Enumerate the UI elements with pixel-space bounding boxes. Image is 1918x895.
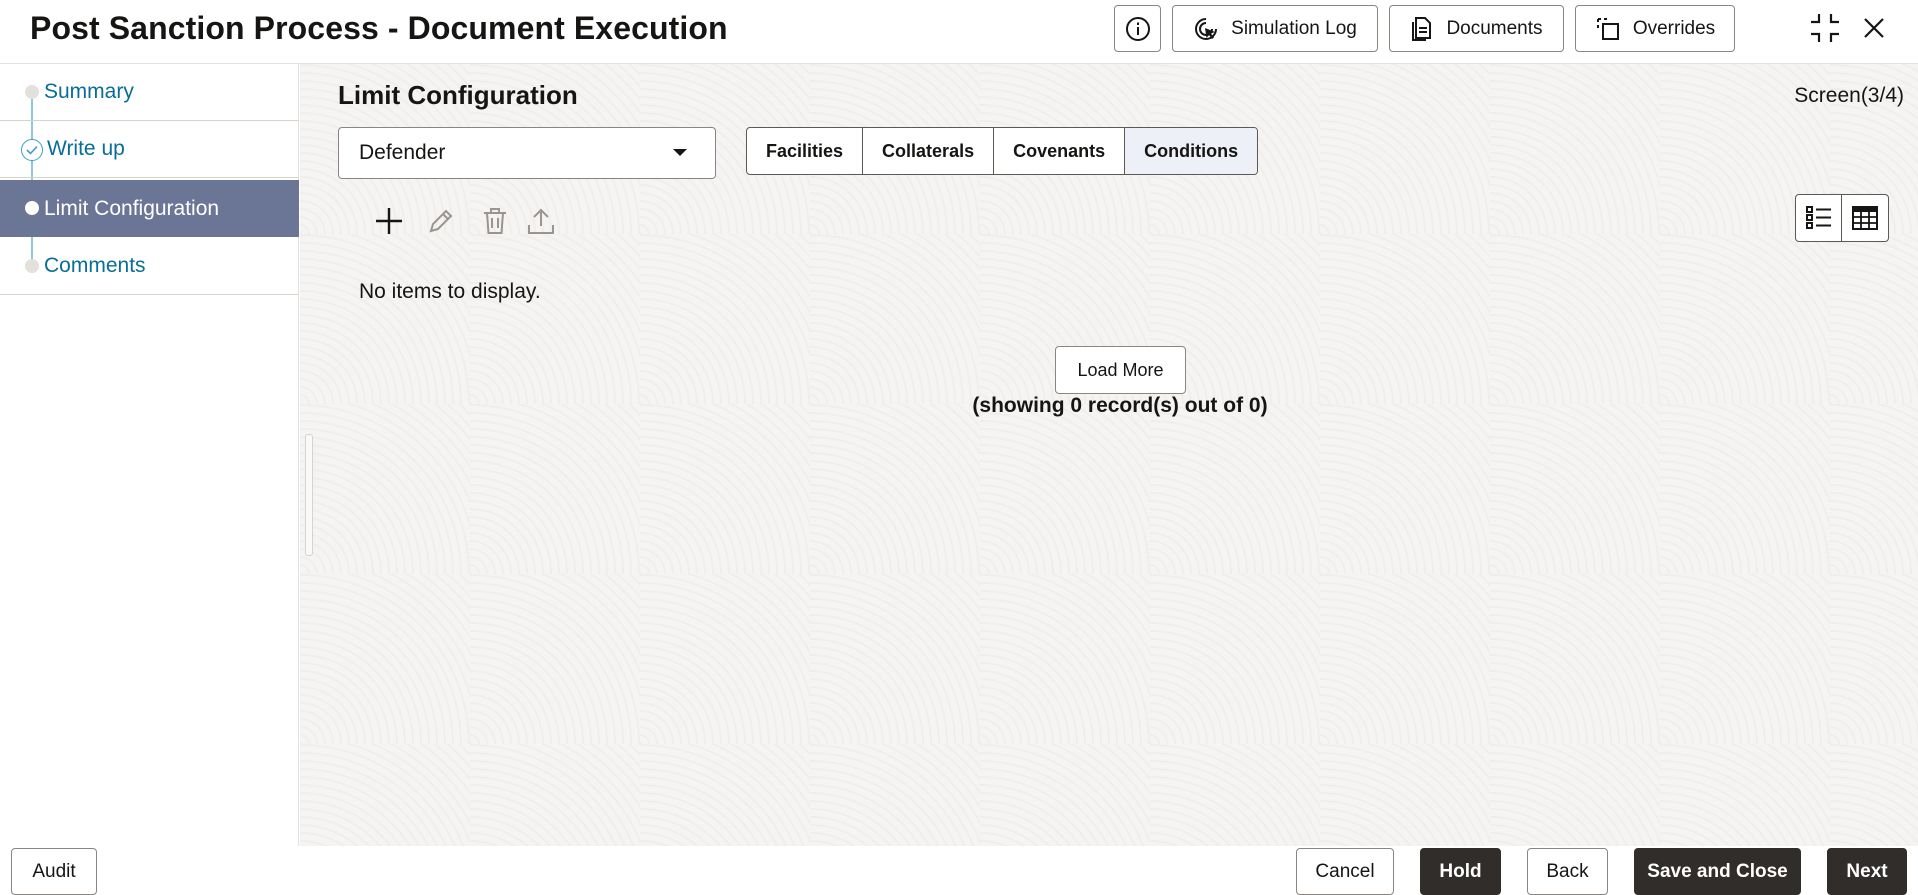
tab-covenants[interactable]: Covenants [994,128,1126,174]
applicant-select[interactable]: Defender [338,127,716,179]
overrides-icon [1595,16,1621,42]
back-button[interactable]: Back [1527,848,1608,895]
sidebar-resize-handle[interactable] [305,434,313,556]
simulation-log-label: Simulation Log [1231,17,1357,39]
screen-indicator: Screen(3/4) [1794,84,1904,107]
active-step-icon [25,201,39,215]
simulation-log-button[interactable]: Simulation Log [1172,5,1378,52]
empty-list-message: No items to display. [359,280,541,303]
main-content: Limit Configuration Screen(3/4) Defender… [300,64,1918,846]
delete-button[interactable] [478,204,512,238]
record-count-text: (showing 0 record(s) out of 0) [972,394,1268,417]
section-title: Limit Configuration [338,80,578,110]
simulation-log-icon [1193,16,1219,42]
add-button[interactable] [372,204,406,238]
sidebar-item-label: Limit Configuration [44,196,220,220]
select-value: Defender [359,141,446,164]
tab-collaterals[interactable]: Collaterals [863,128,995,174]
page-title: Post Sanction Process - Document Executi… [30,10,728,46]
documents-icon [1410,16,1434,42]
sidebar-item-comments[interactable]: Comments [0,238,299,295]
view-toggle [1795,194,1889,242]
info-icon [1125,16,1150,41]
load-more-button[interactable]: Load More [1055,346,1186,394]
overrides-button[interactable]: Overrides [1575,5,1735,52]
cancel-button[interactable]: Cancel [1296,848,1394,895]
overrides-label: Overrides [1632,17,1716,39]
sidebar-item-label: Write up [47,137,125,160]
sidebar-item-label: Summary [44,80,134,103]
upload-button[interactable] [524,204,558,238]
process-steps-sidebar: Summary Write up Limit Configuration Com… [0,64,299,846]
tab-facilities[interactable]: Facilities [747,128,864,174]
info-button[interactable] [1114,5,1161,52]
action-footer: Audit Cancel Hold Back Save and Close Ne… [0,846,1918,895]
list-view-button[interactable] [1796,195,1842,241]
table-view-icon [1852,206,1878,230]
chevron-down-icon [673,149,687,156]
minimize-button[interactable] [1807,10,1843,46]
edit-icon [429,209,453,233]
tab-conditions[interactable]: Conditions [1125,128,1258,174]
app-header: Post Sanction Process - Document Executi… [0,0,1918,64]
save-and-close-button[interactable]: Save and Close [1634,848,1801,895]
upload-icon [528,208,554,234]
edit-button[interactable] [424,204,458,238]
pending-step-icon [25,259,39,273]
table-view-button[interactable] [1842,195,1888,241]
delete-icon [484,208,506,234]
check-icon [21,139,43,161]
close-icon [1864,18,1884,38]
compress-icon [1811,14,1839,42]
next-button[interactable]: Next [1827,848,1907,895]
close-button[interactable] [1856,10,1892,46]
limit-tabs: Facilities Collaterals Covenants Conditi… [746,127,1259,175]
sidebar-item-write-up[interactable]: Write up [0,121,299,178]
sidebar-item-limit-configuration[interactable]: Limit Configuration [0,180,299,237]
hold-button[interactable]: Hold [1420,848,1501,895]
documents-label: Documents [1446,17,1543,39]
sidebar-item-summary[interactable]: Summary [0,64,299,121]
pending-step-icon [25,85,39,99]
sidebar-item-label: Comments [44,254,146,277]
list-view-icon [1805,206,1831,229]
audit-button[interactable]: Audit [11,848,97,895]
documents-button[interactable]: Documents [1389,5,1564,52]
add-icon [376,208,402,234]
